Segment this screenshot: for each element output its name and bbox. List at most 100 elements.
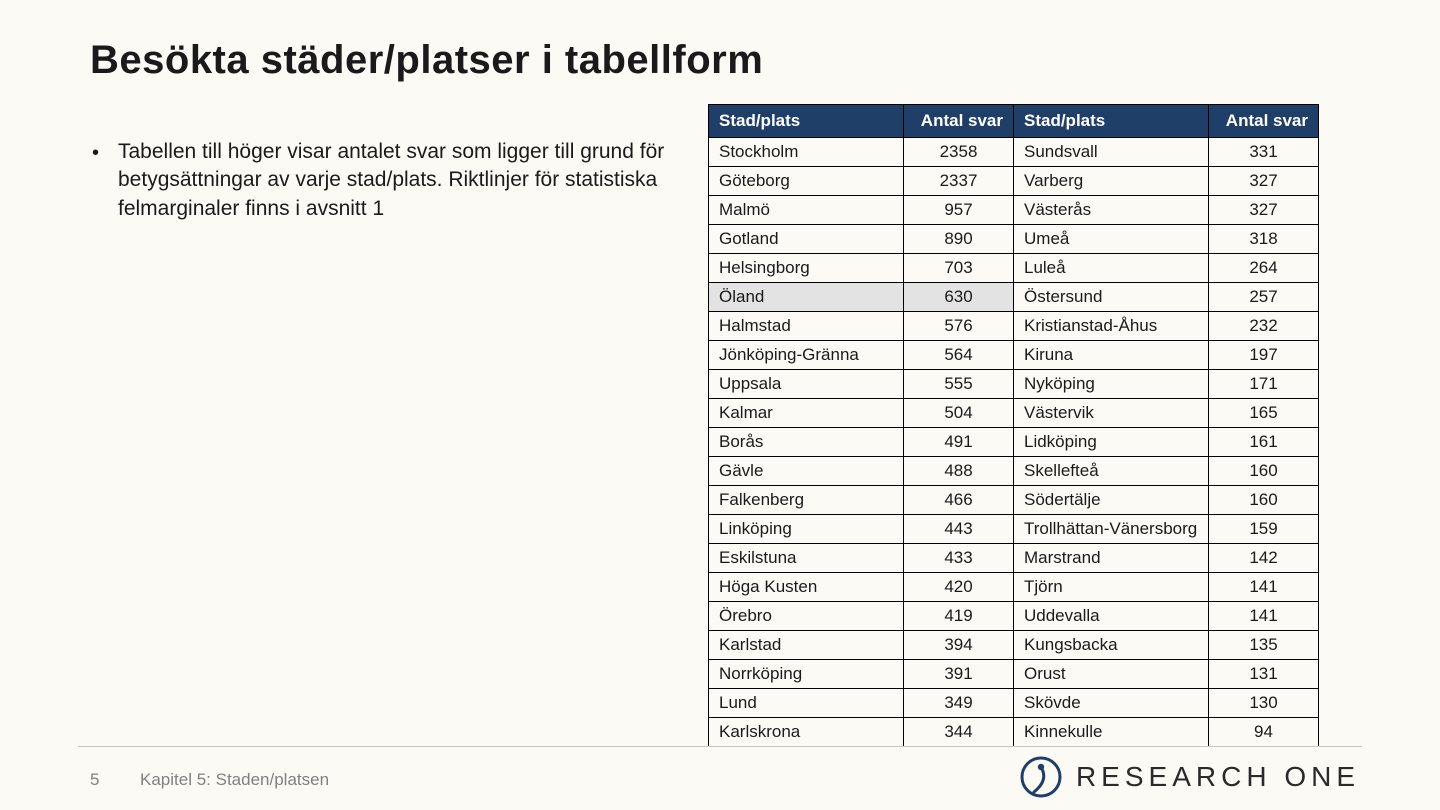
- cell-name: Trollhättan-Vänersborg: [1014, 515, 1209, 544]
- cell-value: 576: [904, 312, 1014, 341]
- cell-name: Västerås: [1014, 196, 1209, 225]
- cell-value: 391: [904, 660, 1014, 689]
- cell-name: Stockholm: [709, 138, 904, 167]
- table-row: Helsingborg703Luleå264: [709, 254, 1319, 283]
- cell-value: 703: [904, 254, 1014, 283]
- bullet-icon: •: [92, 138, 118, 223]
- cell-value: 630: [904, 283, 1014, 312]
- bullet-text: Tabellen till höger visar antalet svar s…: [118, 138, 672, 223]
- cell-name: Halmstad: [709, 312, 904, 341]
- cell-value: 2337: [904, 167, 1014, 196]
- cell-name: Kungsbacka: [1014, 631, 1209, 660]
- table-row: Stockholm2358Sundsvall331: [709, 138, 1319, 167]
- table-row: Lund349Skövde130: [709, 689, 1319, 718]
- col-header-name-2: Stad/plats: [1014, 105, 1209, 138]
- cell-value: 419: [904, 602, 1014, 631]
- table-row: Malmö957Västerås327: [709, 196, 1319, 225]
- cell-name: Kristianstad-Åhus: [1014, 312, 1209, 341]
- cell-value: 420: [904, 573, 1014, 602]
- col-header-value-2: Antal svar: [1209, 105, 1319, 138]
- cell-name: Tjörn: [1014, 573, 1209, 602]
- cell-value: 394: [904, 631, 1014, 660]
- cell-name: Orust: [1014, 660, 1209, 689]
- cell-value: 331: [1209, 138, 1319, 167]
- table-row: Kalmar504Västervik165: [709, 399, 1319, 428]
- table-row: Jönköping-Gränna564Kiruna197: [709, 341, 1319, 370]
- cell-name: Linköping: [709, 515, 904, 544]
- cell-name: Jönköping-Gränna: [709, 341, 904, 370]
- cell-value: 349: [904, 689, 1014, 718]
- col-header-name-1: Stad/plats: [709, 105, 904, 138]
- cell-name: Örebro: [709, 602, 904, 631]
- logo-text: RESEARCH ONE: [1076, 761, 1360, 793]
- table-row: Halmstad576Kristianstad-Åhus232: [709, 312, 1319, 341]
- table-row: Göteborg2337Varberg327: [709, 167, 1319, 196]
- data-table: Stad/plats Antal svar Stad/plats Antal s…: [708, 104, 1319, 747]
- cell-value: 165: [1209, 399, 1319, 428]
- cell-value: 171: [1209, 370, 1319, 399]
- cell-value: 94: [1209, 718, 1319, 747]
- cell-value: 159: [1209, 515, 1319, 544]
- cell-name: Gotland: [709, 225, 904, 254]
- page-title: Besökta städer/platser i tabellform: [90, 38, 763, 83]
- bullet-item: • Tabellen till höger visar antalet svar…: [92, 138, 672, 223]
- cell-name: Östersund: [1014, 283, 1209, 312]
- logo-mark-icon: [1020, 756, 1062, 798]
- table-row: Örebro419Uddevalla141: [709, 602, 1319, 631]
- cell-name: Karlskrona: [709, 718, 904, 747]
- cell-value: 160: [1209, 457, 1319, 486]
- table-row: Öland630Östersund257: [709, 283, 1319, 312]
- cell-name: Malmö: [709, 196, 904, 225]
- cell-name: Uddevalla: [1014, 602, 1209, 631]
- table-row: Karlstad394Kungsbacka135: [709, 631, 1319, 660]
- table-row: Höga Kusten420Tjörn141: [709, 573, 1319, 602]
- cell-value: 257: [1209, 283, 1319, 312]
- cell-value: 197: [1209, 341, 1319, 370]
- table-row: Uppsala555Nyköping171: [709, 370, 1319, 399]
- cell-value: 327: [1209, 196, 1319, 225]
- cell-value: 466: [904, 486, 1014, 515]
- cell-name: Marstrand: [1014, 544, 1209, 573]
- cell-value: 135: [1209, 631, 1319, 660]
- cell-name: Göteborg: [709, 167, 904, 196]
- cell-name: Lund: [709, 689, 904, 718]
- cell-value: 141: [1209, 573, 1319, 602]
- cell-name: Helsingborg: [709, 254, 904, 283]
- cell-name: Höga Kusten: [709, 573, 904, 602]
- cell-name: Skellefteå: [1014, 457, 1209, 486]
- cell-value: 160: [1209, 486, 1319, 515]
- cell-value: 130: [1209, 689, 1319, 718]
- cell-name: Kalmar: [709, 399, 904, 428]
- table-row: Gotland890Umeå318: [709, 225, 1319, 254]
- cell-value: 564: [904, 341, 1014, 370]
- cell-value: 318: [1209, 225, 1319, 254]
- cell-name: Nyköping: [1014, 370, 1209, 399]
- cell-name: Varberg: [1014, 167, 1209, 196]
- brand-logo: RESEARCH ONE: [1020, 756, 1360, 798]
- cell-value: 264: [1209, 254, 1319, 283]
- col-header-value-1: Antal svar: [904, 105, 1014, 138]
- cell-value: 161: [1209, 428, 1319, 457]
- cell-name: Södertälje: [1014, 486, 1209, 515]
- footer-divider: [78, 746, 1362, 747]
- cell-name: Falkenberg: [709, 486, 904, 515]
- chapter-label: Kapitel 5: Staden/platsen: [140, 770, 329, 790]
- cell-value: 890: [904, 225, 1014, 254]
- table-row: Borås491Lidköping161: [709, 428, 1319, 457]
- cell-name: Kinnekulle: [1014, 718, 1209, 747]
- table-row: Eskilstuna433Marstrand142: [709, 544, 1319, 573]
- table-row: Norrköping391Orust131: [709, 660, 1319, 689]
- cell-name: Gävle: [709, 457, 904, 486]
- cell-value: 141: [1209, 602, 1319, 631]
- cell-value: 131: [1209, 660, 1319, 689]
- cell-value: 488: [904, 457, 1014, 486]
- table-row: Falkenberg466Södertälje160: [709, 486, 1319, 515]
- cell-name: Luleå: [1014, 254, 1209, 283]
- cell-name: Öland: [709, 283, 904, 312]
- cell-value: 327: [1209, 167, 1319, 196]
- cell-name: Västervik: [1014, 399, 1209, 428]
- cell-name: Borås: [709, 428, 904, 457]
- cell-value: 344: [904, 718, 1014, 747]
- page-number: 5: [90, 770, 99, 790]
- cell-value: 2358: [904, 138, 1014, 167]
